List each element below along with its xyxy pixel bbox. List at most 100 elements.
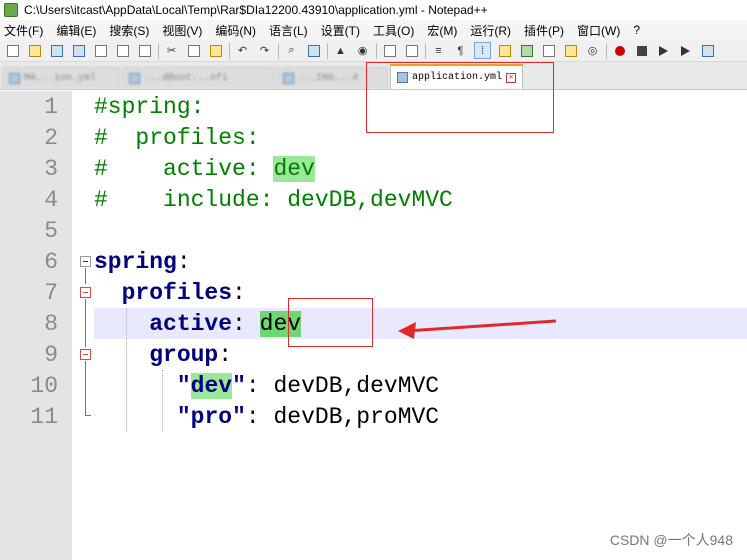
window-title: C:\Users\itcast\AppData\Local\Temp\Rar$D… — [24, 3, 488, 17]
code-text: "pro": devDB,proMVC — [94, 404, 439, 430]
menu-file[interactable]: 文件(F) — [4, 22, 43, 39]
code-comment-prefix: # active: — [94, 155, 274, 182]
new-file-icon[interactable] — [4, 42, 21, 59]
notepadpp-app-icon — [4, 3, 18, 17]
copy-icon[interactable] — [185, 42, 202, 59]
sync-horizontal-icon[interactable] — [403, 42, 420, 59]
fold-end-marker — [85, 415, 91, 416]
record-macro-icon[interactable] — [611, 42, 628, 59]
undo-icon[interactable]: ↶ — [234, 42, 251, 59]
tab-document-2[interactable]: ...dBoot...ofi — [122, 67, 274, 89]
code-line: 10 "dev": devDB,devMVC — [0, 370, 747, 401]
saved-file-icon — [283, 73, 294, 84]
replace-icon[interactable] — [305, 42, 322, 59]
fold-line — [85, 361, 86, 416]
menu-plugins[interactable]: 插件(P) — [524, 22, 564, 39]
save-icon[interactable] — [48, 42, 65, 59]
open-file-icon[interactable] — [26, 42, 43, 59]
menu-language[interactable]: 语言(L) — [269, 22, 308, 39]
line-number: 9 — [44, 341, 58, 368]
fold-line — [85, 268, 86, 284]
annotation-arrow — [398, 319, 557, 339]
find-icon[interactable]: ⌕ — [283, 42, 300, 59]
saved-file-icon — [129, 73, 140, 84]
udl-icon[interactable] — [496, 42, 513, 59]
menu-view[interactable]: 视图(V) — [162, 22, 202, 39]
stop-recording-icon[interactable] — [633, 42, 650, 59]
yaml-quote: " — [232, 372, 246, 399]
fold-toggle-icon[interactable] — [80, 256, 91, 267]
line-number: 2 — [44, 124, 58, 151]
cut-icon[interactable]: ✂ — [163, 42, 180, 59]
tab-label: ...dBoot...ofi — [144, 73, 229, 84]
line-number: 4 — [44, 186, 58, 213]
zoom-in-icon[interactable]: ▲ — [332, 42, 349, 59]
editor-area[interactable]: 1 #spring: 2 # profiles: 3 # active: dev… — [0, 91, 747, 560]
toolbar-separator — [158, 42, 159, 59]
code-text: spring: — [94, 249, 191, 275]
code-line: 4 # include: devDB,devMVC — [0, 184, 747, 215]
annotation-box-tab — [366, 62, 554, 133]
code-line: 3 # active: dev — [0, 153, 747, 184]
menu-run[interactable]: 运行(R) — [470, 22, 511, 39]
code-line: 11 "pro": devDB,proMVC — [0, 401, 747, 432]
doc-map-icon[interactable] — [518, 42, 535, 59]
monitoring-icon[interactable]: ◎ — [584, 42, 601, 59]
code-text: group: — [94, 342, 232, 368]
code-line: 6 spring: — [0, 246, 747, 277]
menu-tools[interactable]: 工具(O) — [373, 22, 414, 39]
show-all-chars-icon[interactable]: ¶ — [452, 42, 469, 59]
zoom-out-icon[interactable]: ◉ — [354, 42, 371, 59]
yaml-value: : devDB,proMVC — [245, 403, 440, 430]
toolbar-separator — [278, 42, 279, 59]
yaml-key: group — [149, 341, 219, 368]
menu-edit[interactable]: 编辑(E) — [56, 22, 96, 39]
toolbar-separator — [327, 42, 328, 59]
yaml-value: : devDB,devMVC — [245, 372, 440, 399]
fold-toggle-icon[interactable] — [80, 287, 91, 298]
folder-workspace-icon[interactable] — [562, 42, 579, 59]
yaml-key: spring — [94, 248, 177, 275]
menu-search[interactable]: 搜索(S) — [109, 22, 149, 39]
sync-vertical-icon[interactable] — [381, 42, 398, 59]
line-number: 7 — [44, 279, 58, 306]
fold-toggle-icon[interactable] — [80, 349, 91, 360]
yaml-colon: : — [218, 341, 233, 368]
yaml-quote: " — [232, 403, 246, 430]
print-icon[interactable] — [136, 42, 153, 59]
tab-document-1[interactable]: MA...ion.yml — [2, 67, 120, 89]
code-line: 9 group: — [0, 339, 747, 370]
highlighted-word: dev — [273, 155, 315, 182]
code-line: 8 active: dev — [0, 308, 747, 339]
save-macro-icon[interactable] — [699, 42, 716, 59]
paste-icon[interactable] — [207, 42, 224, 59]
menu-help[interactable]: ? — [633, 23, 640, 37]
menu-window[interactable]: 窗口(W) — [577, 22, 620, 39]
function-list-icon[interactable] — [540, 42, 557, 59]
toolbar-separator — [229, 42, 230, 59]
indent-guide — [126, 308, 127, 432]
saved-file-icon — [9, 73, 20, 84]
save-all-icon[interactable] — [70, 42, 87, 59]
word-wrap-icon[interactable]: ≡ — [430, 42, 447, 59]
menu-settings[interactable]: 设置(T) — [321, 22, 360, 39]
run-macro-multiple-icon[interactable] — [677, 42, 694, 59]
indent-guide-icon[interactable]: ⁞ — [474, 42, 491, 59]
code-text: #spring: — [94, 93, 205, 120]
playback-macro-icon[interactable] — [655, 42, 672, 59]
code-text: # include: devDB,devMVC — [94, 186, 453, 213]
code-text: "dev": devDB,devMVC — [94, 372, 440, 399]
redo-icon[interactable]: ↷ — [256, 42, 273, 59]
line-number: 5 — [44, 217, 58, 244]
toolbar: ✂ ↶ ↷ ⌕ ▲ ◉ ≡ ¶ ⁞ ◎ — [0, 40, 747, 62]
line-number: 1 — [44, 93, 58, 120]
close-file-icon[interactable] — [92, 42, 109, 59]
indent-guide — [162, 370, 163, 432]
menu-encoding[interactable]: 编码(N) — [215, 22, 256, 39]
menu-macro[interactable]: 宏(M) — [427, 22, 457, 39]
close-all-icon[interactable] — [114, 42, 131, 59]
line-number: 8 — [44, 310, 58, 337]
fold-line — [85, 299, 86, 347]
